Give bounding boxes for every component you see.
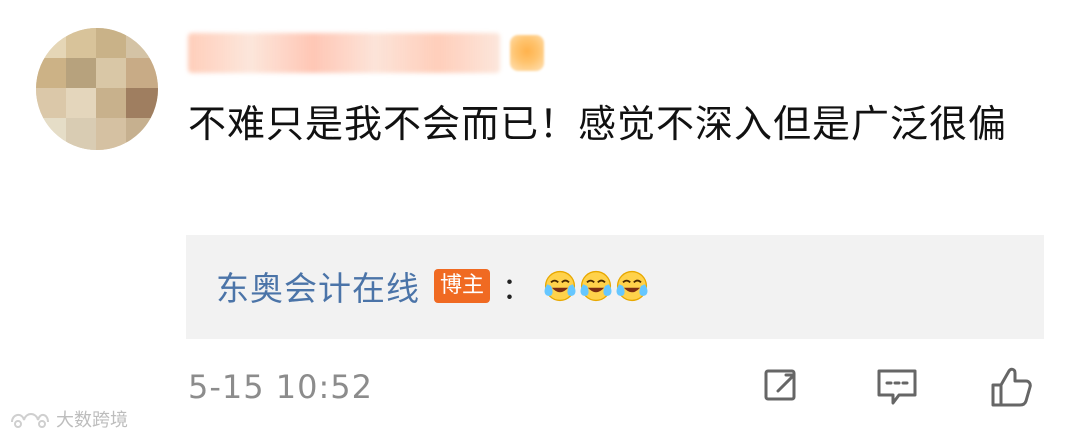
- avatar-pixel: [96, 28, 126, 58]
- avatar-pixel: [66, 58, 96, 88]
- avatar-pixel: [126, 28, 158, 58]
- avatar-pixel: [66, 118, 96, 150]
- comment-text: 不难只是我不会而已！感觉不深入但是广泛很偏: [188, 102, 1008, 146]
- avatar-pixel: [126, 58, 158, 88]
- author-badge: 博主: [434, 269, 491, 303]
- reply-line: 东奥会计在线 博主 ：: [216, 263, 650, 309]
- laugh-cry-emoji-icon: [616, 270, 648, 302]
- avatar-pixel: [126, 88, 158, 118]
- avatar-pixel: [66, 28, 96, 58]
- avatar-pixel: [96, 118, 126, 150]
- reply-colon: ：: [502, 272, 533, 307]
- watermark-logo-icon: [11, 413, 49, 428]
- avatar-pixel: [96, 58, 126, 88]
- watermark: 大数跨境: [8, 406, 128, 432]
- watermark-text: 大数跨境: [56, 410, 128, 431]
- like-icon[interactable]: [987, 363, 1035, 411]
- avatar-pixel: [96, 88, 126, 118]
- username-row: [188, 30, 544, 76]
- username-blur[interactable]: [188, 33, 500, 73]
- avatar-pixel: [36, 88, 66, 118]
- avatar-pixel: [36, 28, 66, 58]
- avatar-pixel: [126, 118, 158, 150]
- laugh-cry-emoji-icon: [580, 270, 612, 302]
- reply-author[interactable]: 东奥会计在线: [216, 262, 420, 310]
- avatar-pixel: [66, 88, 96, 118]
- comment-icon[interactable]: [873, 363, 921, 411]
- reply-box[interactable]: 东奥会计在线 博主 ：: [186, 235, 1044, 339]
- reply-emojis: [542, 268, 650, 304]
- avatar[interactable]: [36, 28, 158, 150]
- avatar-pixel: [36, 118, 66, 150]
- forward-icon[interactable]: [758, 363, 806, 411]
- laugh-cry-emoji-icon: [544, 270, 576, 302]
- avatar-pixel: [36, 58, 66, 88]
- user-badge-icon: [510, 35, 544, 71]
- comment-time: 5-15 10:52: [188, 368, 374, 406]
